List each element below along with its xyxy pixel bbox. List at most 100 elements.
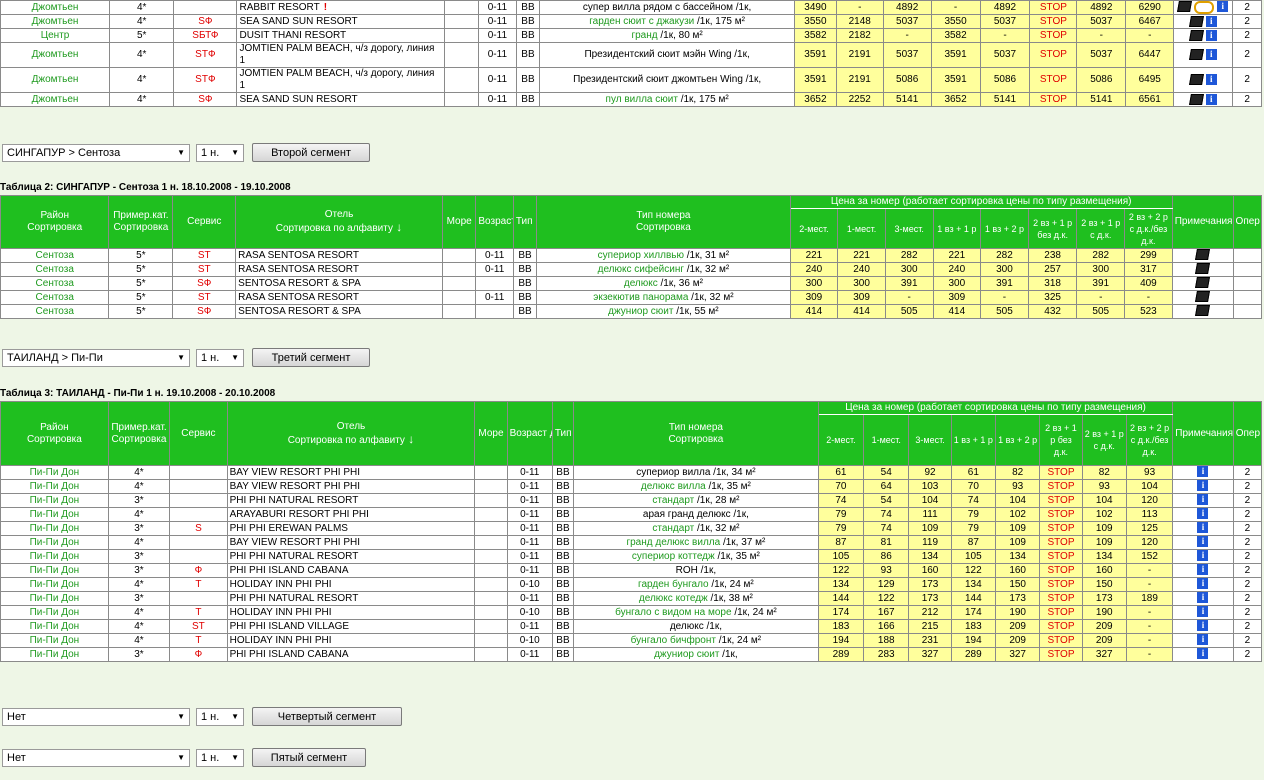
document-icon[interactable] [1195,249,1211,261]
room-type-link[interactable]: делюкс [624,278,658,289]
second-segment-button[interactable]: Второй сегмент [252,143,370,162]
room-type-link[interactable]: делюкс вилла [641,481,706,492]
region-link[interactable]: Пи-Пи Дон [0,563,109,578]
room-type-link[interactable]: гарден бунгало [638,579,709,590]
destination-select-2[interactable]: СИНГАПУР > Сентоза ▼ [2,143,190,162]
region-link[interactable]: Пи-Пи Дон [0,647,109,662]
document-icon[interactable] [1195,277,1211,289]
rings-icon[interactable] [1194,1,1215,14]
hotel-name[interactable]: RASA SENTOSA RESORT [235,262,443,277]
info-icon[interactable]: i [1217,1,1229,12]
region-link[interactable]: Джомтьен [0,0,111,16]
region-link[interactable]: Джомтьен [0,67,111,94]
price-column-header[interactable]: 2-мест. [817,414,865,466]
region-link[interactable]: Пи-Пи Дон [0,507,109,522]
info-icon[interactable]: i [1197,536,1209,548]
hotel-name-text[interactable]: SEA SAND SUN RESORT [239,16,357,27]
hotel-name[interactable]: ARAYABURI RESORT PHI PHI [226,507,476,522]
price-column-header[interactable]: 2 вз + 1 р без д.к. [1027,208,1078,249]
document-icon[interactable] [1177,1,1193,12]
room-type-header[interactable]: Тип номера Сортировка [536,195,791,249]
hotel-name[interactable]: RASA SENTOSA RESORT [235,248,443,263]
info-icon[interactable]: i [1197,550,1209,562]
third-segment-button[interactable]: Третий сегмент [252,348,370,367]
info-icon[interactable]: i [1205,93,1217,105]
info-icon[interactable]: i [1197,578,1209,590]
hotel-name[interactable]: PHI PHI ISLAND VILLAGE [226,619,476,634]
region-link[interactable]: Сентоза [0,304,110,319]
room-type-link[interactable]: супериор хиллвью [598,250,684,261]
info-icon[interactable]: i [1197,480,1209,492]
room-type-link[interactable]: экзекютив панорама [593,292,688,303]
hotel-name[interactable]: JOMTIEN PALM BEACH, ч/з дорогу, линия 1 [236,67,446,94]
info-icon[interactable]: i [1205,74,1217,86]
category-header[interactable]: Пример.кат. Сортировка [108,195,174,249]
region-link[interactable]: Пи-Пи Дон [0,591,109,606]
destination-select-4[interactable]: Нет ▼ [2,707,190,726]
info-icon[interactable]: i [1205,29,1217,41]
price-column-header[interactable]: 1 вз + 1 р [932,208,982,249]
region-link[interactable]: Джомтьен [0,92,111,108]
price-column-header[interactable]: 2 вз + 1 р с д.к. [1076,208,1126,249]
document-icon[interactable] [1188,29,1204,41]
document-icon[interactable] [1188,93,1204,105]
price-column-header[interactable]: 2 вз + 2 р с д.к./без д.к. [1125,414,1174,466]
region-link[interactable]: Пи-Пи Дон [0,605,109,620]
region-link[interactable]: Сентоза [0,248,110,263]
room-type-link[interactable]: джуниор сюит [608,306,673,317]
price-column-header[interactable]: 1 вз + 1 р [950,414,997,466]
price-column-header[interactable]: 2-мест. [789,208,839,249]
hotel-name[interactable]: SENTOSA RESORT & SPA [235,304,443,319]
room-type-link[interactable]: делюкс котедж [639,593,708,604]
price-column-header[interactable]: 1-мест. [837,208,886,249]
info-icon[interactable]: i [1197,606,1209,618]
destination-select-5[interactable]: Нет ▼ [2,748,190,767]
room-type-link[interactable]: стандарт [652,523,694,534]
region-link[interactable]: Пи-Пи Дон [0,535,109,550]
region-link[interactable]: Пи-Пи Дон [0,521,109,536]
hotel-name[interactable]: BAY VIEW RESORT PHI PHI [226,479,476,494]
region-link[interactable]: Пи-Пи Дон [0,465,109,480]
room-type-link[interactable]: джуниор сюит [654,649,719,660]
room-type-link[interactable]: стандарт [652,495,694,506]
fifth-segment-button[interactable]: Пятый сегмент [252,748,366,767]
fourth-segment-button[interactable]: Четвертый сегмент [252,707,402,726]
region-link[interactable]: Пи-Пи Дон [0,479,109,494]
document-icon[interactable] [1195,291,1211,303]
hotel-name[interactable]: HOLIDAY INN PHI PHI [226,605,476,620]
nights-select-5[interactable]: 1 н. ▼ [196,748,244,767]
info-icon[interactable]: i [1197,564,1209,576]
info-icon[interactable]: i [1197,634,1209,646]
document-icon[interactable] [1195,305,1211,317]
document-icon[interactable] [1188,15,1204,27]
price-column-header[interactable]: 3-мест. [908,414,952,466]
hotel-name[interactable]: HOLIDAY INN PHI PHI [226,577,476,592]
price-column-header[interactable]: 2 вз + 1 р без д.к. [1039,414,1083,466]
price-column-header[interactable]: 1 вз + 2 р [980,208,1029,249]
info-icon[interactable]: i [1197,522,1209,534]
document-icon[interactable] [1195,263,1211,275]
price-column-header[interactable]: 1 вз + 2 р [994,414,1041,466]
hotel-name[interactable]: SENTOSA RESORT & SPA [235,276,443,291]
region-header[interactable]: Район Сортировка [0,401,109,466]
hotel-name[interactable]: JOMTIEN PALM BEACH, ч/з дорогу, линия 1 [236,42,446,69]
price-column-header[interactable]: 2 вз + 2 р с д.к./без д.к. [1124,208,1173,249]
hotel-name-text[interactable]: JOMTIEN PALM BEACH, ч/з дорогу, линия 1 [239,44,434,67]
hotel-name-text[interactable]: RABBIT RESORT [239,2,319,13]
room-type-link[interactable]: супериор коттедж [632,551,715,562]
room-type-link[interactable]: гранд делюкс вилла [626,537,720,548]
region-link[interactable]: Пи-Пи Дон [0,549,109,564]
hotel-name[interactable]: PHI PHI NATURAL RESORT [226,591,476,606]
price-column-header[interactable]: 1-мест. [863,414,910,466]
hotel-name[interactable]: RABBIT RESORT! [236,0,446,16]
region-link[interactable]: Сентоза [0,290,110,305]
info-icon[interactable]: i [1197,648,1209,660]
hotel-name[interactable]: PHI PHI ISLAND CABANA [226,647,476,662]
document-icon[interactable] [1188,74,1204,86]
region-link[interactable]: Пи-Пи Дон [0,633,109,648]
info-icon[interactable]: i [1205,49,1217,61]
info-icon[interactable]: i [1197,620,1209,632]
hotel-header[interactable]: Отель Сортировка по алфавиту ↓ [226,401,476,466]
region-link[interactable]: Пи-Пи Дон [0,619,109,634]
price-column-header[interactable]: 3-мест. [884,208,934,249]
